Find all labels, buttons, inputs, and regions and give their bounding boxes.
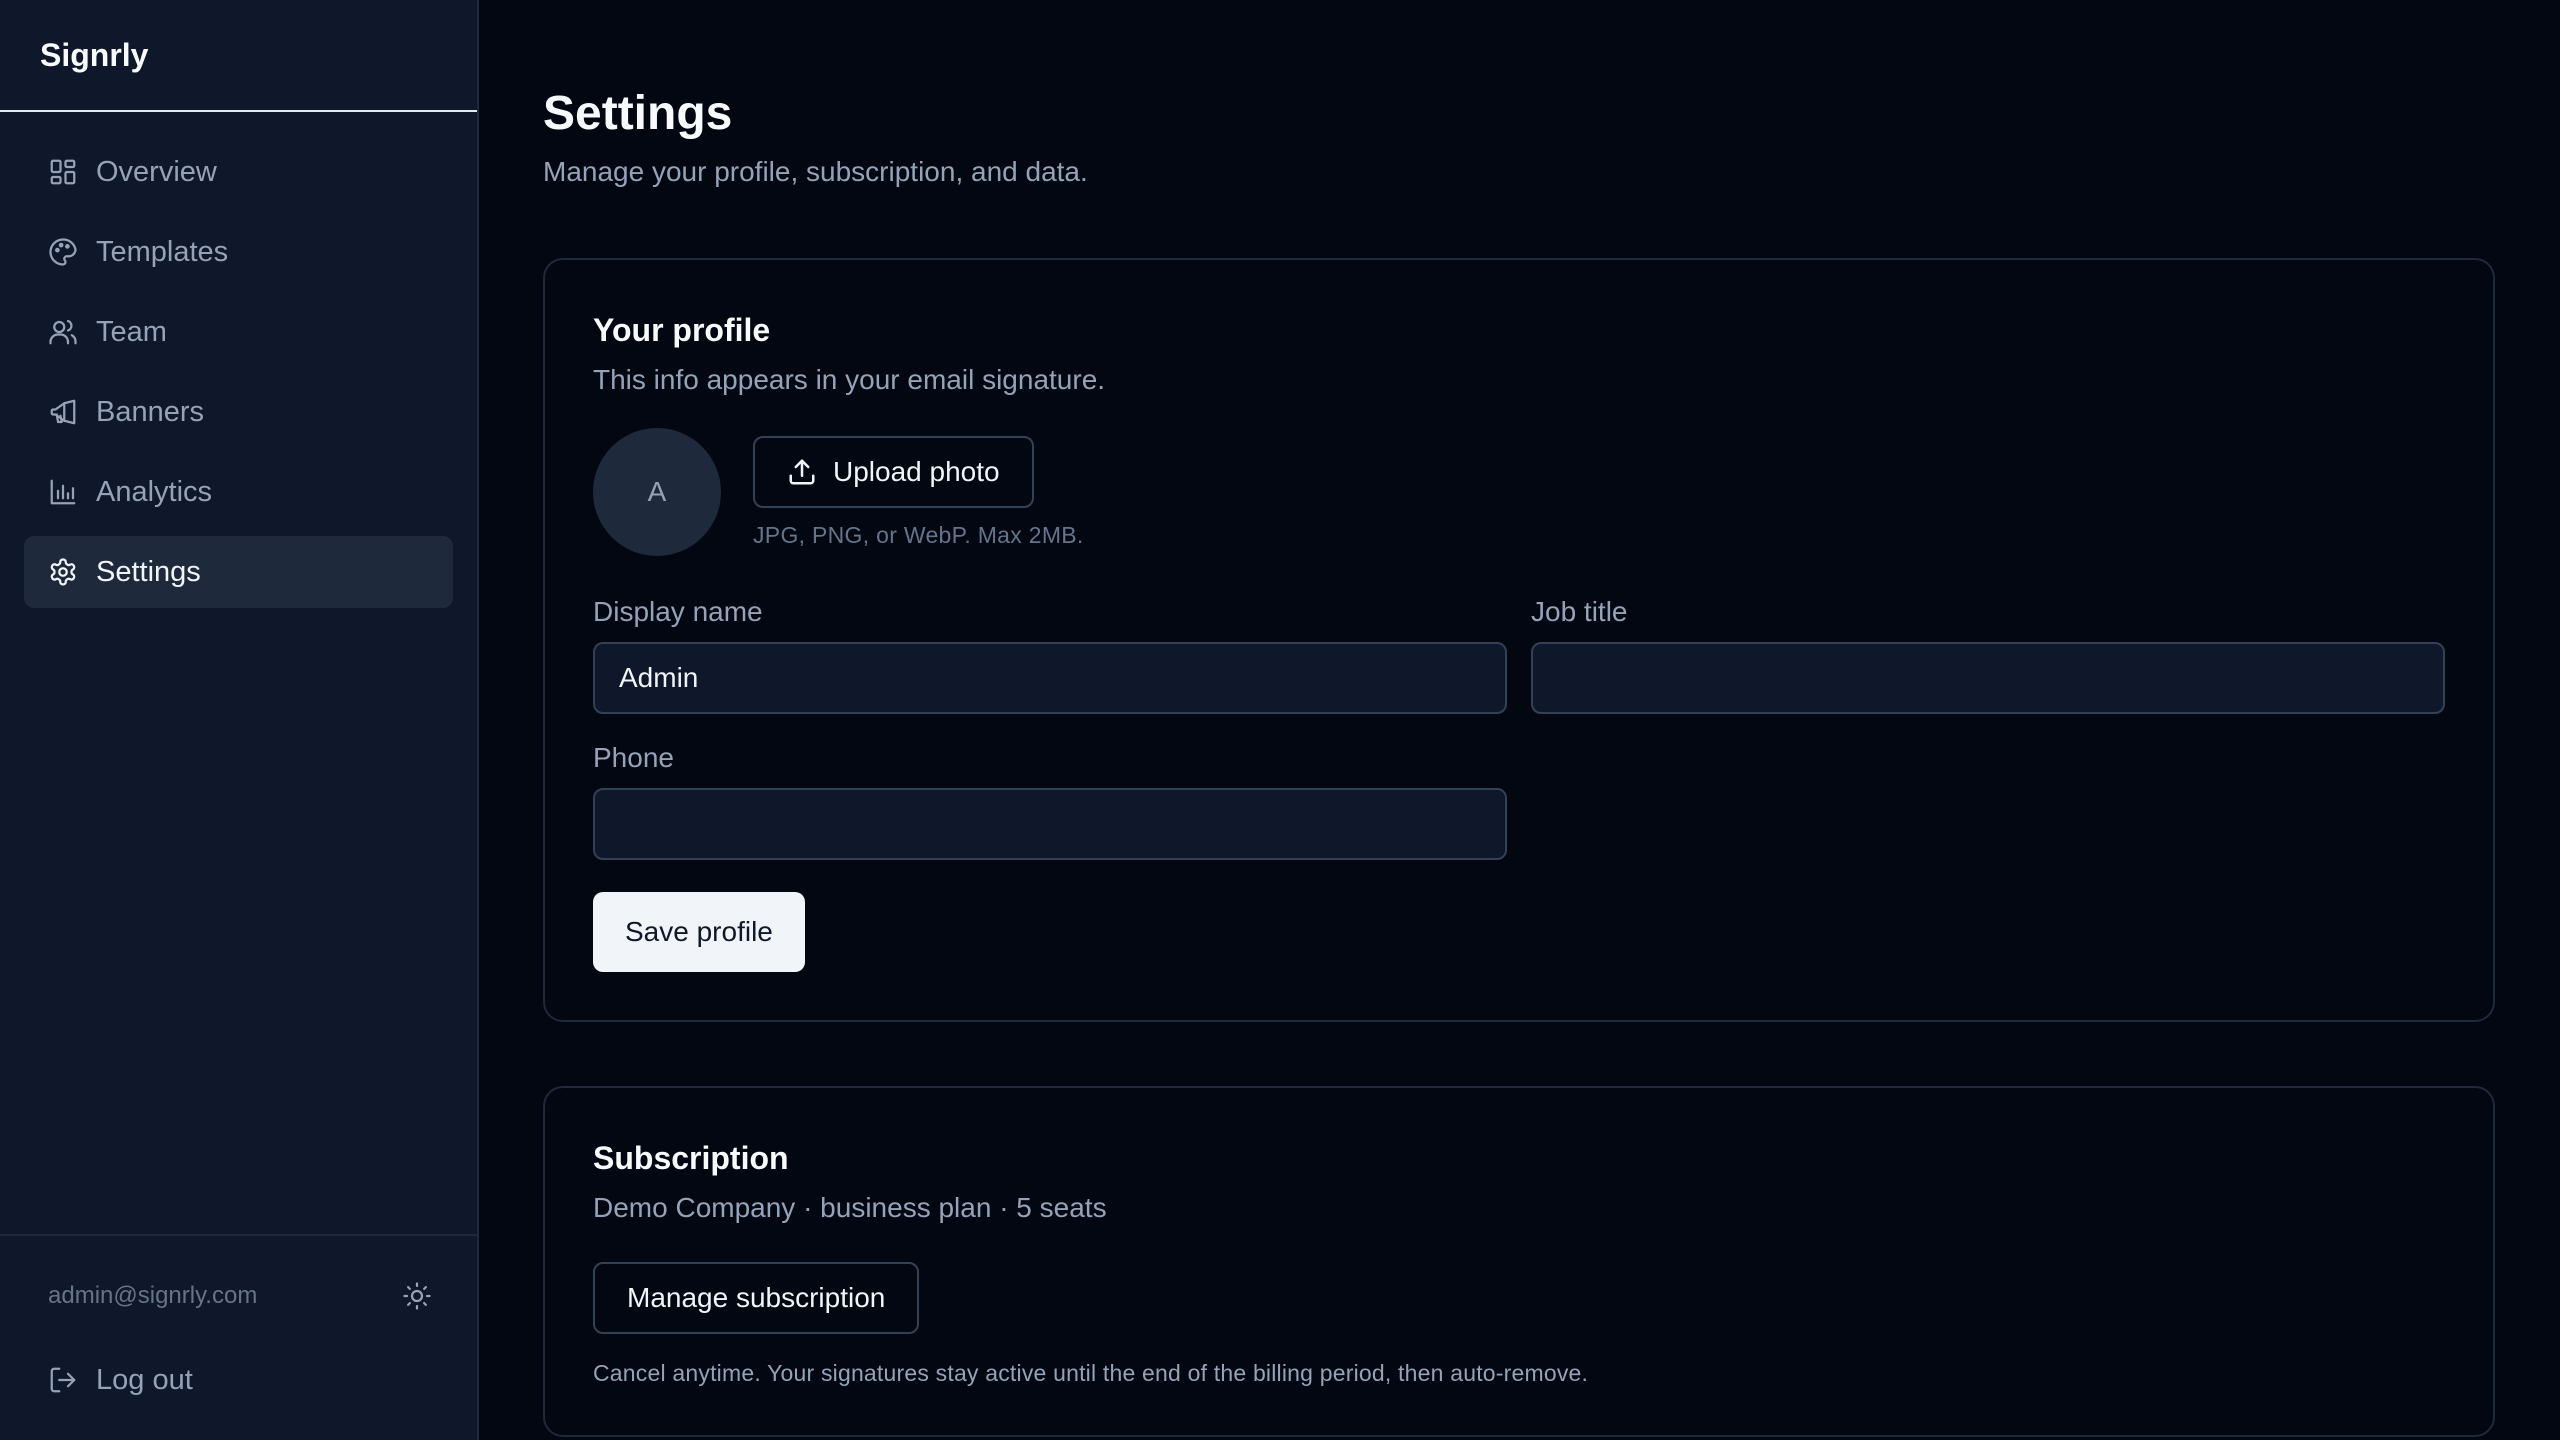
- save-profile-button[interactable]: Save profile: [593, 892, 805, 972]
- sidebar-item-label: Settings: [96, 555, 201, 588]
- upload-photo-button[interactable]: Upload photo: [753, 436, 1034, 508]
- job-title-field[interactable]: [1531, 642, 2445, 714]
- account-row: admin@signrly.com: [24, 1256, 453, 1336]
- upload-photo-label: Upload photo: [833, 456, 1000, 487]
- gear-icon: [48, 557, 78, 587]
- upload-hint: JPG, PNG, or WebP. Max 2MB.: [753, 522, 1084, 548]
- sidebar-item-overview[interactable]: Overview: [24, 136, 453, 208]
- app-shell: Signrly Overview Templates Team Banners …: [0, 0, 2560, 1440]
- sidebar: Signrly Overview Templates Team Banners …: [0, 0, 479, 1440]
- manage-subscription-button[interactable]: Manage subscription: [593, 1262, 920, 1334]
- brand-logo[interactable]: Signrly: [0, 0, 477, 112]
- job-title-group: Job title: [1531, 592, 2445, 714]
- page-subtitle: Manage your profile, subscription, and d…: [543, 156, 1088, 187]
- phone-group: Phone: [593, 738, 1507, 860]
- theme-toggle-button[interactable]: [397, 1276, 437, 1316]
- photo-actions: Upload photo JPG, PNG, or WebP. Max 2MB.: [753, 428, 1084, 549]
- main-content: Settings Manage your profile, subscripti…: [479, 0, 2560, 1440]
- sidebar-footer: admin@signrly.com Log out: [0, 1234, 477, 1440]
- job-title-label: Job title: [1531, 596, 1628, 627]
- sidebar-item-label: Overview: [96, 155, 217, 188]
- subscription-summary: Demo Company · business plan · 5 seats: [593, 1192, 1107, 1223]
- sidebar-item-label: Analytics: [96, 475, 213, 508]
- sidebar-item-label: Banners: [96, 395, 205, 428]
- display-name-field[interactable]: [593, 642, 1507, 714]
- sidebar-item-settings[interactable]: Settings: [24, 536, 453, 608]
- avatar: A: [593, 428, 721, 556]
- sidebar-item-label: Templates: [96, 235, 229, 268]
- account-email: admin@signrly.com: [48, 1282, 258, 1309]
- photo-row: A Upload photo JPG, PNG, or WebP. Max 2M…: [593, 428, 2445, 556]
- page-title: Settings: [543, 87, 733, 140]
- logout-button[interactable]: Log out: [24, 1344, 453, 1416]
- profile-card-description: This info appears in your email signatur…: [593, 364, 1106, 395]
- display-name-label: Display name: [593, 596, 763, 627]
- layout-dashboard-icon: [48, 157, 78, 187]
- phone-field[interactable]: [593, 788, 1507, 860]
- sun-icon: [403, 1282, 431, 1310]
- sidebar-item-templates[interactable]: Templates: [24, 216, 453, 288]
- bar-chart-icon: [48, 477, 78, 507]
- subscription-actions: Manage subscription: [593, 1262, 2445, 1334]
- phone-label: Phone: [593, 742, 674, 773]
- logout-label: Log out: [96, 1363, 193, 1396]
- log-out-icon: [48, 1365, 78, 1395]
- profile-form: Display name Job title Phone: [593, 592, 2445, 860]
- upload-icon: [789, 459, 815, 485]
- sidebar-nav: Overview Templates Team Banners Analytic…: [0, 112, 477, 1234]
- subscription-card: Subscription Demo Company · business pla…: [543, 1086, 2495, 1437]
- users-icon: [48, 317, 78, 347]
- subscription-card-title: Subscription: [593, 1140, 789, 1176]
- profile-card: Your profile This info appears in your e…: [543, 258, 2495, 1022]
- sidebar-item-team[interactable]: Team: [24, 296, 453, 368]
- sidebar-item-analytics[interactable]: Analytics: [24, 456, 453, 528]
- cancel-note: Cancel anytime. Your signatures stay act…: [593, 1360, 1589, 1386]
- profile-card-title: Your profile: [593, 312, 771, 348]
- palette-icon: [48, 237, 78, 267]
- megaphone-icon: [48, 397, 78, 427]
- display-name-group: Display name: [593, 592, 1507, 714]
- sidebar-item-label: Team: [96, 315, 167, 348]
- sidebar-item-banners[interactable]: Banners: [24, 376, 453, 448]
